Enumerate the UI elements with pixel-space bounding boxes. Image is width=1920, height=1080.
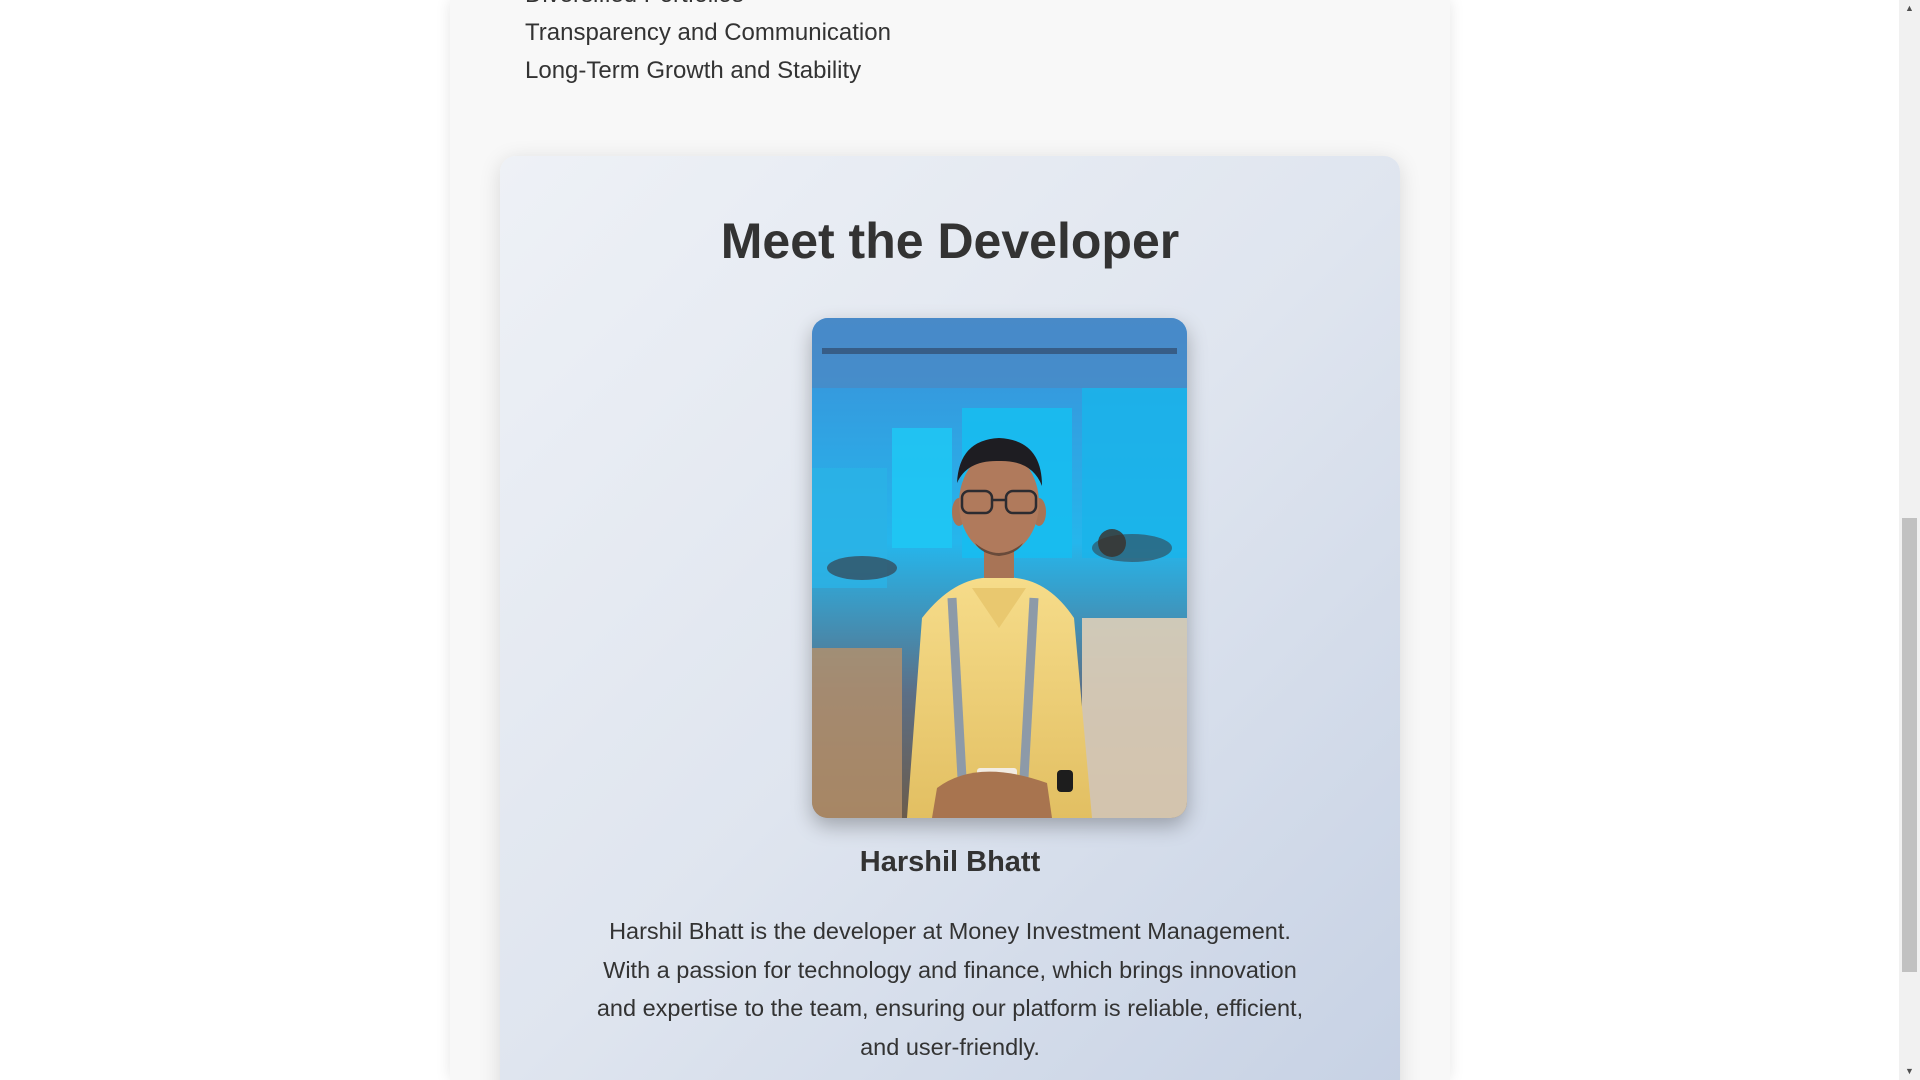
list-item: Long-Term Growth and Stability: [525, 57, 862, 84]
page-content: Diversified Portfolios Transparency and …: [450, 0, 1450, 1080]
list-item: Diversified Portfolios: [525, 0, 891, 14]
developer-bio: Harshil Bhatt is the developer at Money …: [596, 918, 1304, 1060]
vertical-scrollbar[interactable]: ▲ ▼: [1899, 0, 1920, 1080]
scroll-thumb[interactable]: [1902, 518, 1917, 972]
scroll-up-arrow-icon[interactable]: ▲: [1899, 0, 1920, 17]
developer-name: Harshil Bhatt: [859, 846, 1041, 878]
values-list: Diversified Portfolios Transparency and …: [525, 0, 891, 90]
section-heading: Meet the Developer: [720, 213, 1180, 269]
developer-section: Meet the Developer Harshil Bhatt Harshil…: [500, 156, 1400, 1080]
developer-photo: [812, 318, 1187, 818]
list-item: Transparency and Communication: [525, 19, 891, 46]
page-viewport: Diversified Portfolios Transparency and …: [0, 0, 1920, 1080]
scroll-down-arrow-icon[interactable]: ▼: [1899, 1063, 1920, 1080]
